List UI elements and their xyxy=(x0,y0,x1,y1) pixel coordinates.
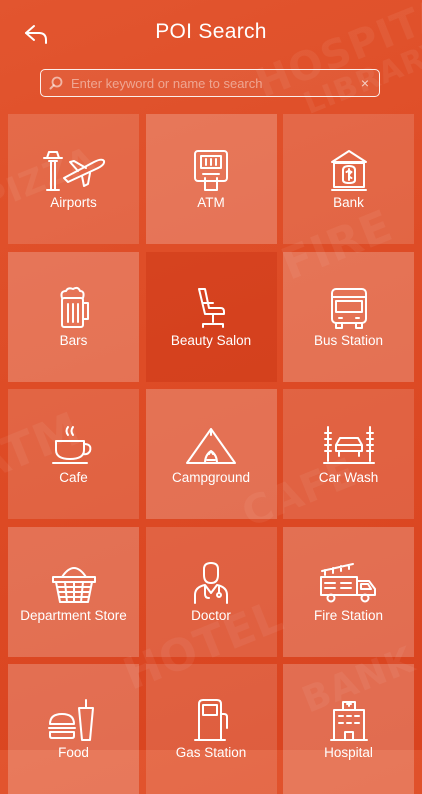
doctor-icon xyxy=(176,559,246,607)
fire-truck-icon xyxy=(314,559,384,607)
category-doctor[interactable]: Doctor xyxy=(145,526,277,657)
category-label: Doctor xyxy=(191,607,231,623)
page-title: POI Search xyxy=(155,20,267,43)
category-label: ATM xyxy=(197,195,225,210)
category-label: Food xyxy=(58,745,89,760)
category-atm[interactable]: ATM xyxy=(145,114,277,244)
category-fire-station[interactable]: Fire Station xyxy=(283,526,414,657)
category-beauty-salon[interactable]: Beauty Salon xyxy=(145,251,277,382)
category-label: Hospital xyxy=(324,745,373,760)
salon-chair-icon xyxy=(176,284,246,332)
category-label: Airports xyxy=(50,195,97,210)
car-wash-icon xyxy=(314,421,384,469)
category-label: Department Store xyxy=(20,607,127,623)
category-label: Gas Station xyxy=(175,745,247,760)
category-label: Beauty Salon xyxy=(170,332,252,348)
category-label: Bank xyxy=(333,195,364,210)
fuel-pump-icon xyxy=(176,696,246,744)
category-gas-station[interactable]: Gas Station xyxy=(145,664,277,794)
beer-mug-icon xyxy=(39,284,109,332)
category-hospital[interactable]: Hospital xyxy=(283,664,414,794)
atm-icon xyxy=(176,146,246,194)
category-grid: Airports ATM Bank Bars Beauty Salon Bus … xyxy=(8,114,414,794)
coffee-cup-icon xyxy=(39,421,109,469)
category-label: Bus Station xyxy=(313,332,384,348)
category-label: Fire Station xyxy=(313,607,384,623)
category-car-wash[interactable]: Car Wash xyxy=(283,389,414,519)
category-food[interactable]: Food xyxy=(8,664,139,794)
category-campground[interactable]: Campground xyxy=(145,389,277,519)
category-airports[interactable]: Airports xyxy=(8,114,139,244)
category-label: Bars xyxy=(59,332,88,348)
tent-icon xyxy=(176,421,246,469)
search-bar: × xyxy=(40,69,380,97)
category-label: Campground xyxy=(171,470,251,485)
clear-search-button[interactable]: × xyxy=(351,75,379,91)
category-bus-station[interactable]: Bus Station xyxy=(283,251,414,382)
search-icon xyxy=(41,76,71,90)
category-bars[interactable]: Bars xyxy=(8,251,139,382)
category-bank[interactable]: Bank xyxy=(283,114,414,244)
category-cafe[interactable]: Cafe xyxy=(8,389,139,519)
shopping-basket-icon xyxy=(39,559,109,607)
bus-icon xyxy=(314,284,384,332)
category-label: Cafe xyxy=(59,470,88,485)
search-input[interactable] xyxy=(71,75,351,91)
hospital-icon xyxy=(314,696,384,744)
header-bar: POI Search xyxy=(0,0,422,70)
category-label: Car Wash xyxy=(318,470,379,485)
airport-icon xyxy=(39,146,109,194)
bank-icon xyxy=(314,146,384,194)
burger-drink-icon xyxy=(39,696,109,744)
category-department-store[interactable]: Department Store xyxy=(8,526,139,657)
